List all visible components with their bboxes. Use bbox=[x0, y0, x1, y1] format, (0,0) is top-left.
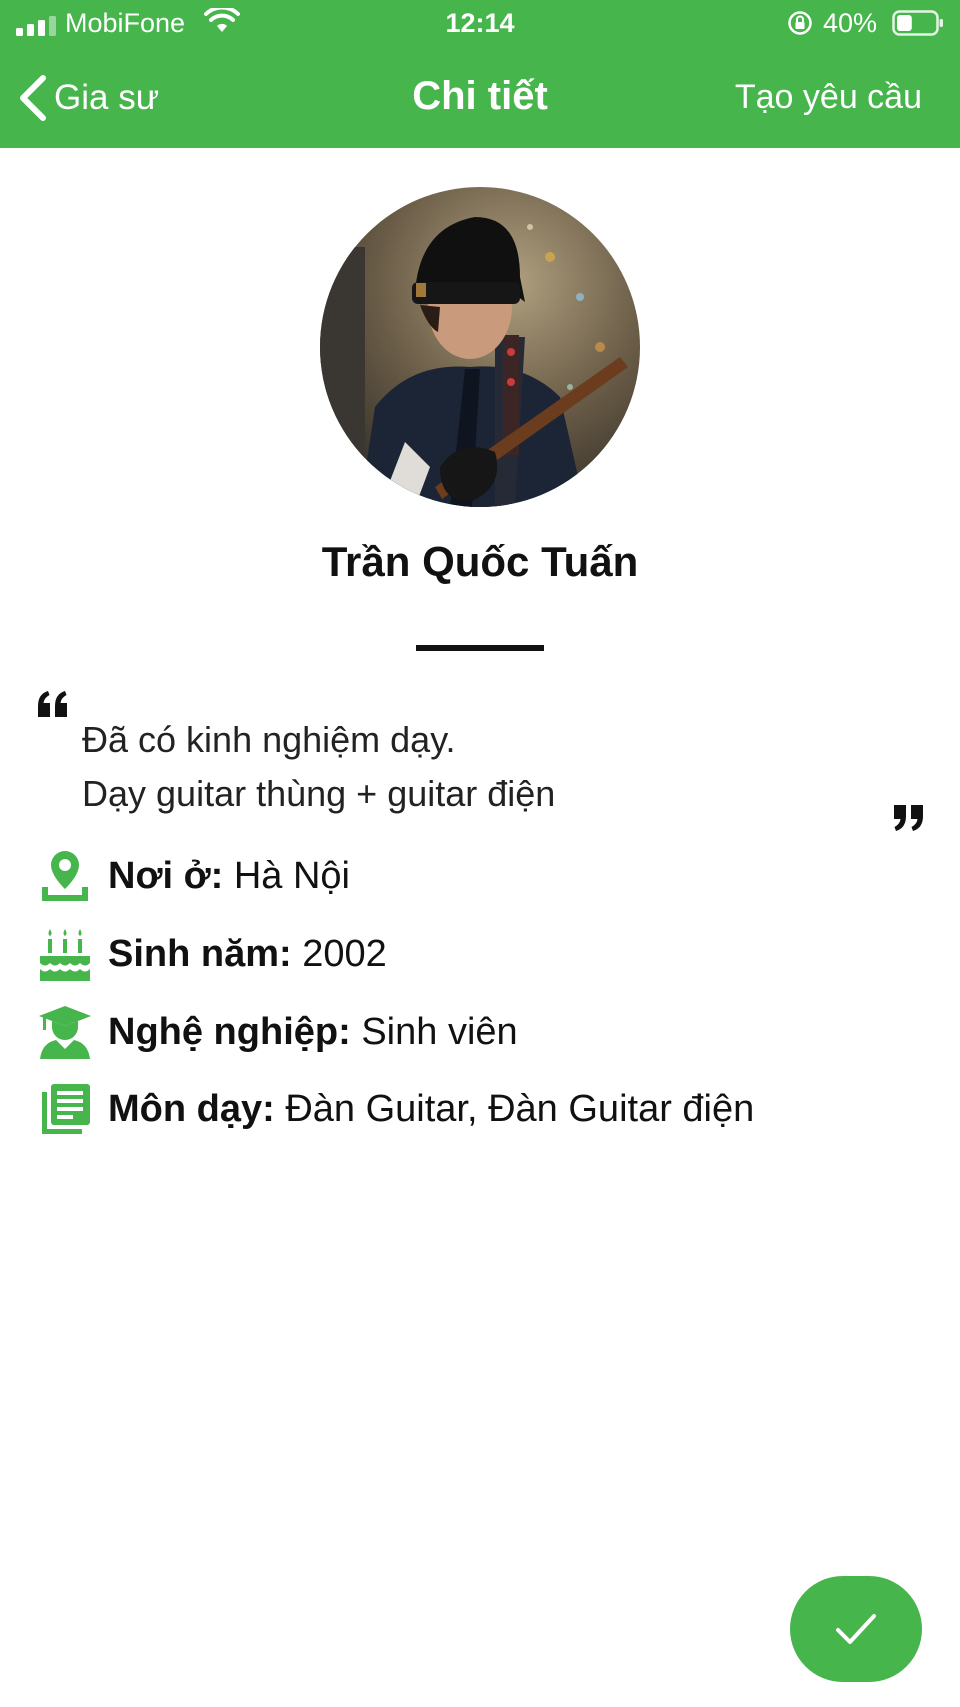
detail-label: Nghệ nghiệp: bbox=[108, 1010, 351, 1053]
bio-line: Đã có kinh nghiệm dạy. bbox=[82, 719, 456, 760]
detail-row-residence: Nơi ở: Hà Nội bbox=[36, 844, 350, 908]
detail-value: Sinh viên bbox=[361, 1010, 518, 1053]
subjects-book-icon bbox=[42, 1084, 90, 1134]
name-divider bbox=[416, 645, 544, 651]
graduate-icon bbox=[39, 1006, 91, 1059]
detail-row-occupation: Nghệ nghiệp: Sinh viên bbox=[36, 1000, 518, 1064]
detail-row-birth-year: Sinh năm: 2002 bbox=[36, 922, 387, 986]
status-bar: MobiFone 12:14 40% bbox=[0, 0, 960, 50]
tutor-avatar bbox=[320, 187, 640, 507]
bio-line: Dạy guitar thùng + guitar điện bbox=[82, 773, 556, 814]
navigation-bar: Gia sư Chi tiết Tạo yêu cầu bbox=[0, 60, 960, 148]
app-header: MobiFone 12:14 40% Gia sư Chi tiết Tạo y… bbox=[0, 0, 960, 148]
create-request-button[interactable]: Tạo yêu cầu bbox=[735, 78, 922, 117]
detail-row-subjects: Môn dạy: Đàn Guitar, Đàn Guitar điện bbox=[36, 1077, 754, 1141]
status-time: 12:14 bbox=[445, 8, 515, 38]
tutor-name: Trần Quốc Tuấn bbox=[321, 538, 639, 585]
close-quote-icon bbox=[894, 805, 923, 831]
battery-icon bbox=[892, 10, 943, 36]
detail-value: 2002 bbox=[302, 932, 387, 975]
detail-label: Môn dạy: bbox=[108, 1087, 275, 1130]
battery-percentage: 40% bbox=[823, 8, 878, 38]
detail-label: Sinh năm: bbox=[108, 932, 292, 975]
location-pin-icon bbox=[42, 851, 88, 901]
birthday-cake-icon bbox=[40, 929, 90, 981]
tutor-photo bbox=[320, 187, 640, 507]
open-quote-icon bbox=[38, 691, 67, 717]
detail-value: Hà Nội bbox=[233, 854, 350, 897]
detail-value: Đàn Guitar, Đàn Guitar điện bbox=[285, 1087, 755, 1130]
checkmark-icon bbox=[836, 1614, 876, 1644]
confirm-button[interactable] bbox=[790, 1576, 922, 1682]
tutor-bio: Đã có kinh nghiệm dạy. Dạy guitar thùng … bbox=[82, 713, 555, 821]
detail-label: Nơi ở: bbox=[108, 854, 224, 897]
rotation-lock-icon bbox=[788, 11, 812, 35]
